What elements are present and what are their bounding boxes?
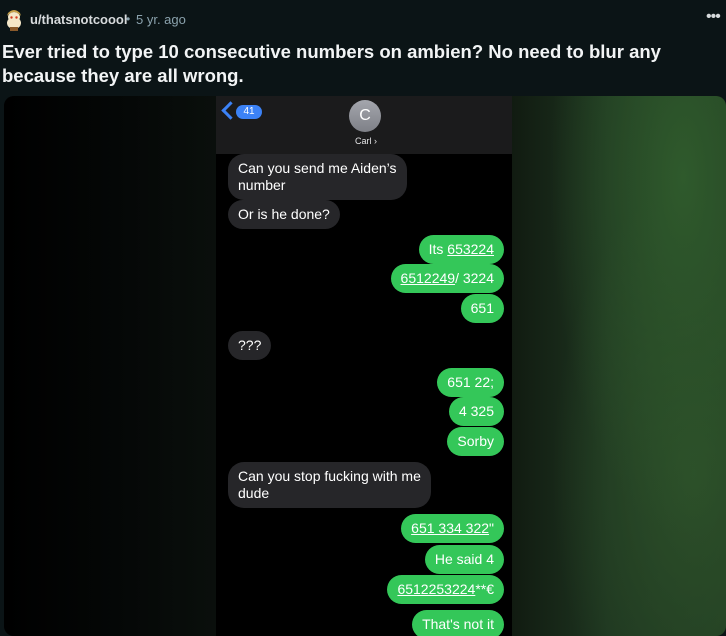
message-text: 651 22; [447, 374, 494, 390]
outgoing-message: 6512249/ 3224 [390, 264, 504, 293]
message-text: " [489, 520, 494, 536]
separator-dot: • [126, 12, 131, 26]
message-text: dude [238, 485, 270, 501]
unread-count-badge: 41 [236, 105, 262, 119]
imessage-screenshot: 41 C Carl › Can you send me Aiden’s numbe… [216, 96, 512, 636]
incoming-message: Or is he done? [228, 200, 340, 229]
message-text: Or is he done? [238, 206, 330, 222]
contact-avatar: C [349, 100, 381, 132]
outgoing-message: 651 [460, 294, 504, 323]
outgoing-message: 6512253224**€ [387, 575, 504, 604]
message-text: ??? [238, 337, 262, 353]
username-link[interactable]: u/thatsnotcoool [30, 12, 128, 27]
message-text: That's not it [422, 616, 494, 632]
post-header: u/thatsnotcoool • 5 yr. ago ••• [0, 0, 726, 40]
message-text: **€ [475, 581, 494, 597]
phone-number-link[interactable]: 651 334 322 [411, 520, 489, 536]
message-text: Its [428, 241, 448, 257]
outgoing-message: That's not it [412, 610, 504, 636]
message-text: Can you send me Aiden’s [238, 160, 397, 176]
post-age: 5 yr. ago [136, 12, 186, 27]
post-title[interactable]: Ever tried to type 10 consecutive number… [2, 40, 726, 88]
phone-number-link[interactable]: 653224 [447, 241, 494, 257]
outgoing-message: Sorby [447, 427, 504, 456]
outgoing-message: 651 334 322" [401, 514, 504, 543]
outgoing-message: 4 325 [448, 397, 504, 426]
message-text: Sorby [457, 433, 494, 449]
message-text: Can you stop fucking with me [238, 468, 421, 484]
outgoing-message: 651 22; [437, 368, 504, 397]
outgoing-message: He said 4 [424, 545, 504, 574]
blurred-background-left [4, 96, 216, 636]
contact-name: Carl › [355, 136, 377, 146]
message-text: 4 325 [458, 403, 494, 419]
message-text: / 3224 [455, 270, 494, 286]
snoo-avatar-icon[interactable] [4, 8, 24, 32]
more-options-icon[interactable]: ••• [706, 8, 721, 26]
incoming-message: ??? [228, 331, 272, 360]
blurred-background-right [512, 96, 726, 636]
incoming-message: Can you send me Aiden’s number [228, 154, 407, 200]
incoming-message: Can you stop fucking with me dude [228, 462, 431, 508]
message-text: 651 [470, 300, 494, 316]
post-image[interactable]: 41 C Carl › Can you send me Aiden’s numbe… [4, 96, 726, 636]
phone-number-link[interactable]: 6512249 [401, 270, 456, 286]
conversation-header: 41 C Carl › [216, 96, 512, 154]
message-text: number [238, 177, 286, 193]
message-text: He said 4 [434, 551, 494, 567]
outgoing-message: Its 653224 [418, 235, 504, 264]
phone-number-link[interactable]: 6512253224 [397, 581, 475, 597]
